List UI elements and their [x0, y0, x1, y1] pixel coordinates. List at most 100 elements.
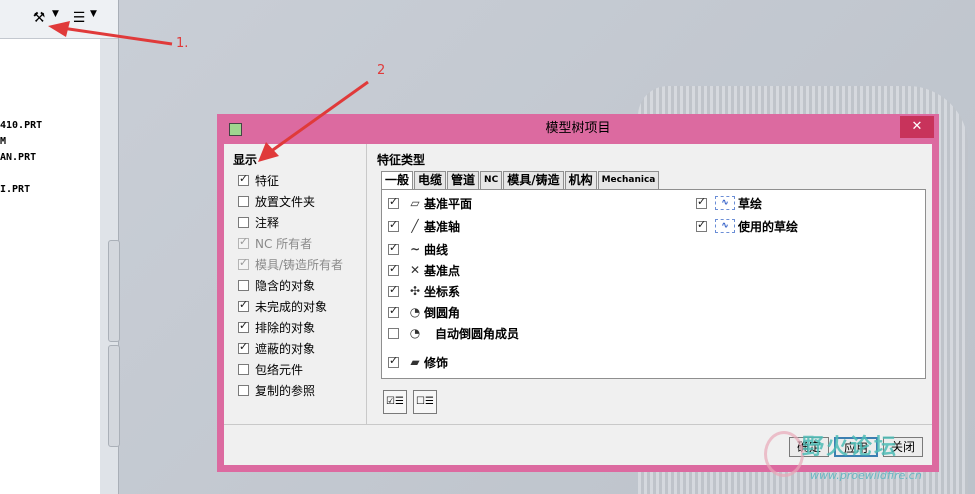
chevron-down-icon[interactable]: ▼	[52, 9, 59, 19]
feature-type-option[interactable]: ▱ 基准平面	[388, 194, 472, 212]
used-sketch-icon: ∿	[715, 219, 735, 233]
tab-nc[interactable]: NC	[480, 171, 503, 189]
chevron-down-icon[interactable]: ▼	[90, 9, 97, 19]
side-tab[interactable]	[108, 240, 120, 342]
show-option[interactable]: 放置文件夹	[238, 192, 315, 210]
feature-type-option[interactable]: ◔倒圆角	[388, 303, 460, 321]
checkbox[interactable]	[388, 195, 399, 209]
side-tab[interactable]	[108, 345, 120, 447]
watermark-text: 野火论坛	[802, 435, 899, 460]
feature-type-label: 基准轴	[424, 219, 461, 234]
checkbox	[238, 256, 249, 270]
show-option-label: 特征	[255, 173, 280, 188]
watermark-logo-icon	[764, 431, 804, 477]
tab-piping[interactable]: 管道	[447, 171, 480, 189]
show-option-label: NC 所有者	[255, 236, 313, 251]
feature-type-option[interactable]: ∿草绘	[696, 194, 762, 212]
checkbox[interactable]	[388, 327, 399, 339]
show-option-label: 未完成的对象	[255, 299, 328, 314]
deselect-all-button[interactable]: ☐☰	[413, 390, 437, 414]
dialog-title-bar[interactable]: 模型树项目 ✕	[217, 114, 939, 144]
auto-round-member-icon: ◔	[409, 326, 421, 340]
show-option[interactable]: 注释	[238, 213, 279, 231]
settings-tools-icon[interactable]: ⚒	[28, 8, 50, 28]
tree-item[interactable]: AN.PRT	[0, 152, 36, 163]
checkbox[interactable]	[388, 304, 399, 318]
tab-mechanism[interactable]: 机构	[564, 171, 597, 189]
checkbox[interactable]	[388, 262, 399, 276]
close-button[interactable]: ✕	[900, 116, 934, 138]
tab-cable[interactable]: 电缆	[414, 171, 447, 189]
checkbox[interactable]	[696, 218, 707, 232]
sketch-icon: ∿	[715, 196, 735, 210]
select-all-button[interactable]: ☑☰	[383, 390, 407, 414]
show-option[interactable]: 遮蔽的对象	[238, 339, 315, 357]
tab-mold-cast[interactable]: 模具/铸造	[503, 171, 564, 189]
tree-item[interactable]: I.PRT	[0, 184, 30, 195]
checkbox[interactable]	[238, 279, 249, 291]
datum-point-icon: ✕	[409, 263, 421, 277]
feature-type-label: 使用的草绘	[738, 219, 799, 234]
datum-axis-icon: ╱	[411, 219, 419, 233]
feature-type-option[interactable]: ✕基准点	[388, 261, 460, 279]
checkbox[interactable]	[238, 319, 249, 333]
feature-type-option[interactable]: ◔ 自动倒圆角成员	[388, 324, 519, 342]
checkbox[interactable]	[238, 298, 249, 312]
checkbox	[238, 235, 249, 249]
feature-type-option[interactable]: ✣坐标系	[388, 282, 460, 300]
show-option-label: 注释	[255, 215, 280, 230]
dialog-title: 模型树项目	[545, 121, 611, 136]
feature-type-label: 自动倒圆角成员	[435, 326, 520, 341]
checkbox[interactable]	[388, 241, 399, 255]
model-tree-panel[interactable]: 410.PRT M AN.PRT I.PRT	[0, 0, 101, 494]
checkbox[interactable]	[238, 195, 249, 207]
checkbox[interactable]	[696, 195, 707, 209]
show-option[interactable]: 特征	[238, 171, 279, 189]
tree-item[interactable]: M	[0, 136, 6, 147]
coordinate-system-icon: ✣	[409, 284, 421, 298]
checkbox[interactable]	[238, 363, 249, 375]
show-option[interactable]: 隐含的对象	[238, 276, 315, 294]
show-list-icon[interactable]: ☰	[68, 8, 90, 28]
watermark-url: www.proewildfire.cn	[810, 469, 922, 482]
dialog-body: 显示 特征放置文件夹注释 NC 所有者模具/铸造所有者隐含的对象未完成的对象排除的…	[224, 144, 932, 465]
show-option: 模具/铸造所有者	[238, 255, 343, 273]
tree-item[interactable]: 410.PRT	[0, 120, 42, 131]
show-option[interactable]: 复制的参照	[238, 381, 315, 399]
show-option[interactable]: 排除的对象	[238, 318, 315, 336]
show-option-label: 放置文件夹	[255, 194, 316, 209]
checkbox[interactable]	[388, 283, 399, 297]
tab-mechanica[interactable]: Mechanica	[597, 171, 660, 189]
curve-icon: ∼	[409, 242, 421, 256]
show-option-label: 复制的参照	[255, 383, 316, 398]
feature-type-option[interactable]: ∿使用的草绘	[696, 217, 798, 235]
section-divider	[366, 144, 367, 424]
show-option[interactable]: 包络元件	[238, 360, 303, 378]
annotation-label-1: 1.	[176, 36, 189, 51]
feature-type-option[interactable]: ▰ 修饰	[388, 353, 448, 371]
datum-plane-icon: ▱	[410, 196, 420, 210]
show-option-label: 排除的对象	[255, 320, 316, 335]
feature-type-option[interactable]: ∼曲线	[388, 240, 448, 258]
model-tree-toolbar: ⚒ ▼ ☰ ▼	[0, 0, 118, 39]
annotation-label-2: 2	[377, 63, 386, 78]
checkbox[interactable]	[238, 340, 249, 354]
checkbox[interactable]	[238, 384, 249, 396]
feature-type-label: 草绘	[738, 196, 763, 211]
show-section-label: 显示	[233, 153, 258, 167]
feature-type-panel: ▱基准平面╱基准轴∼曲线✕基准点✣坐标系◔倒圆角◔自动倒圆角成员▰修饰 ∿草绘∿…	[381, 189, 926, 379]
feature-type-label: 特征类型	[377, 153, 426, 167]
feature-type-label: 坐标系	[424, 284, 461, 299]
show-option-label: 模具/铸造所有者	[255, 257, 344, 272]
checkbox[interactable]	[238, 172, 249, 186]
show-option[interactable]: 未完成的对象	[238, 297, 327, 315]
watermark: 野火论坛 www.proewildfire.cn	[760, 425, 975, 494]
feature-type-label: 基准平面	[424, 196, 473, 211]
feature-type-label: 倒圆角	[424, 305, 461, 320]
checkbox[interactable]	[388, 354, 399, 368]
tab-general[interactable]: 一般	[381, 171, 414, 191]
show-option-label: 隐含的对象	[255, 278, 316, 293]
feature-type-option[interactable]: ╱ 基准轴	[388, 217, 460, 235]
checkbox[interactable]	[388, 218, 399, 232]
checkbox[interactable]	[238, 216, 249, 228]
